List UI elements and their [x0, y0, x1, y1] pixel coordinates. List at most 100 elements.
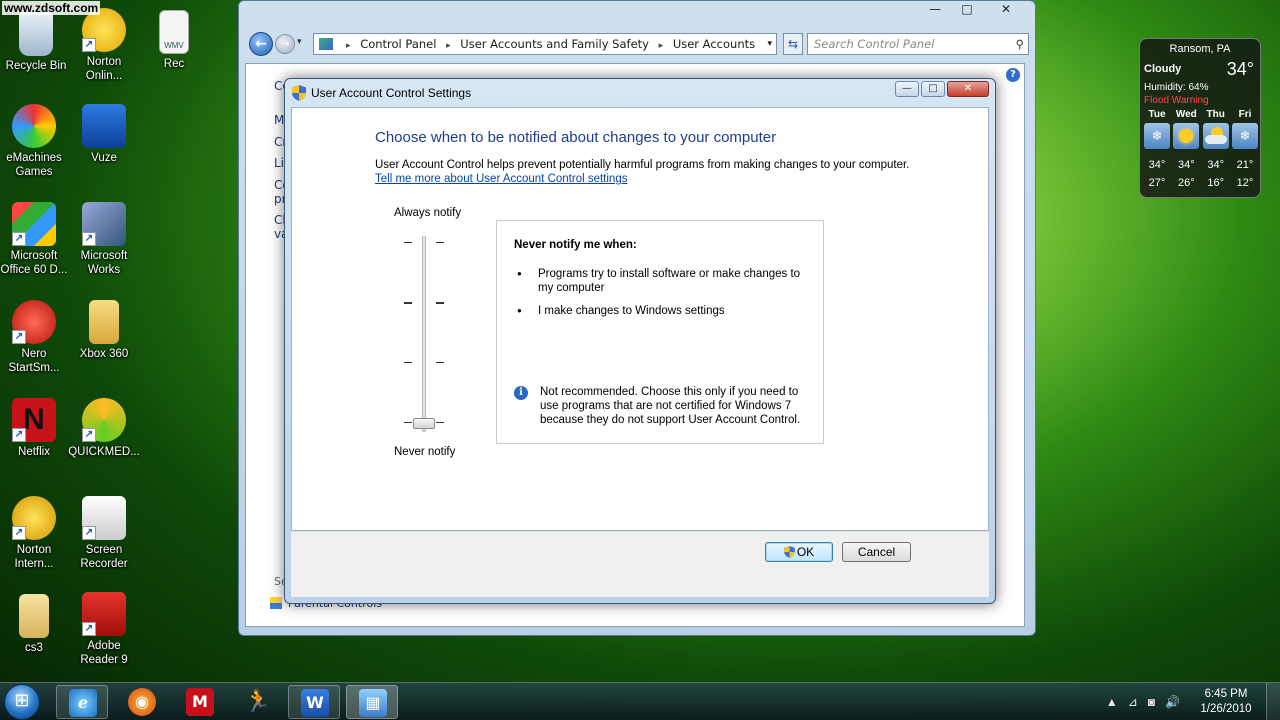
taskbar-firefox[interactable]: ◉: [116, 685, 168, 719]
close-button[interactable]: ✕: [983, 1, 1029, 19]
mcafee-icon: M: [186, 688, 214, 716]
forecast-day: Thu: [1206, 109, 1225, 120]
start-button[interactable]: [4, 684, 40, 720]
desktop-icon-nero[interactable]: ↗ Nero StartSm...: [0, 300, 70, 375]
aim-icon: 🏃: [244, 689, 272, 714]
breadcrumb-item-user-accounts-family-safety[interactable]: User Accounts and Family Safety: [460, 37, 649, 51]
quickmedia-icon: ↗: [82, 398, 126, 442]
desktop-icon-microsoft-works[interactable]: ↗ Microsoft Works: [68, 202, 140, 277]
clock-date: 1/26/2010: [1200, 703, 1252, 715]
nero-icon: ↗: [12, 300, 56, 344]
forecast-day: Fri: [1238, 109, 1252, 120]
internet-explorer-icon: e: [69, 689, 97, 717]
control-panel-caption-buttons: — □ ✕: [919, 1, 1029, 19]
weather-warning[interactable]: Flood Warning: [1144, 95, 1209, 106]
minimize-button[interactable]: —: [895, 81, 919, 97]
breadcrumb-item-user-accounts[interactable]: User Accounts: [673, 37, 755, 51]
breadcrumb-item-control-panel[interactable]: Control Panel: [360, 37, 436, 51]
adobe-reader-icon: ↗: [82, 592, 126, 636]
slider-tick: [436, 302, 444, 304]
desktop-icon-label: eMachines Games: [6, 152, 62, 178]
forecast-high: 34°: [1207, 159, 1224, 171]
desktop-icon-label: Vuze: [91, 152, 117, 164]
emachines-games-icon: [12, 104, 56, 148]
desktop-icon-label: Microsoft Works: [80, 250, 128, 276]
forecast-icons: [1144, 123, 1258, 149]
firefox-icon: ◉: [128, 688, 156, 716]
weather-humidity: Humidity: 64%: [1144, 82, 1209, 93]
back-button[interactable]: ←: [249, 32, 273, 56]
desktop-icon-emachines-games[interactable]: eMachines Games: [0, 104, 70, 179]
desktop-icon-screen-recorder[interactable]: ↗ Screen Recorder: [68, 496, 140, 571]
desktop-icon-norton-internet[interactable]: ↗ Norton Intern...: [0, 496, 70, 571]
taskbar-mcafee[interactable]: M: [174, 685, 226, 719]
desktop-icon-label: Netflix: [18, 446, 50, 458]
taskbar-internet-explorer[interactable]: e: [56, 685, 108, 719]
desktop-icon-quickmedia[interactable]: ↗ QUICKMED...: [68, 398, 140, 459]
netflix-icon: N ↗: [12, 398, 56, 442]
refresh-button[interactable]: ⇆: [783, 33, 803, 55]
desktop-icon-adobe-reader[interactable]: ↗ Adobe Reader 9: [68, 592, 140, 667]
close-button[interactable]: ✕: [947, 81, 989, 97]
slider-tick: [436, 362, 444, 363]
description-bullet: Programs try to install software or make…: [517, 267, 807, 295]
search-icon: ⚲: [1015, 37, 1024, 51]
desktop-icon-label: Microsoft Office 60 D...: [0, 250, 68, 276]
minimize-button[interactable]: —: [919, 1, 951, 19]
search-input[interactable]: Search Control Panel ⚲: [807, 33, 1029, 55]
desktop-icon-rec[interactable]: WMV Rec: [138, 10, 210, 71]
desktop-icon-vuze[interactable]: Vuze: [68, 104, 140, 165]
slider-tick: [404, 302, 412, 304]
forward-button[interactable]: →: [275, 34, 295, 54]
snow-icon: [1144, 123, 1170, 149]
power-icon[interactable]: ◙: [1148, 695, 1155, 709]
maximize-button[interactable]: □: [951, 1, 983, 19]
volume-icon[interactable]: 🔊: [1165, 695, 1180, 709]
intro-text: User Account Control helps prevent poten…: [375, 159, 910, 171]
notification-level-slider[interactable]: [422, 236, 426, 432]
desktop-icon-label: QUICKMED...: [68, 446, 140, 458]
show-hidden-icons-icon[interactable]: ▲: [1106, 695, 1118, 709]
taskbar-control-panel[interactable]: ▦: [346, 685, 398, 719]
desktop-icon-recycle-bin[interactable]: Recycle Bin: [0, 12, 72, 73]
wmv-file-icon: WMV: [159, 10, 189, 54]
desktop-icon-label: Norton Onlin...: [85, 56, 123, 82]
desktop-icon-xbox-360[interactable]: Xbox 360: [68, 300, 140, 361]
slider-thumb[interactable]: [413, 418, 435, 429]
desktop-icon-netflix[interactable]: N ↗ Netflix: [0, 398, 70, 459]
breadcrumb[interactable]: ▸ Control Panel ▸ User Accounts and Fami…: [313, 33, 777, 55]
desktop-icon-label: Rec: [163, 58, 185, 70]
taskbar-word[interactable]: W: [288, 685, 340, 719]
cancel-button[interactable]: Cancel: [842, 542, 911, 562]
show-desktop-button[interactable]: [1266, 683, 1280, 720]
desktop-icon-norton-online[interactable]: ↗ Norton Onlin...: [68, 8, 140, 83]
chevron-down-icon[interactable]: ▾: [767, 34, 772, 54]
snow-icon: [1231, 123, 1258, 149]
taskbar-aim[interactable]: 🏃: [232, 685, 284, 719]
slider-tick: [404, 362, 412, 363]
ok-button[interactable]: OK: [765, 542, 833, 562]
forecast-high: 21°: [1236, 159, 1254, 171]
learn-more-link[interactable]: Tell me more about User Account Control …: [375, 173, 627, 185]
weather-gadget[interactable]: Ransom, PA Cloudy 34° Humidity: 64% Floo…: [1139, 38, 1261, 198]
desktop-icon-office-trial[interactable]: ↗ Microsoft Office 60 D...: [0, 202, 70, 277]
microsoft-works-icon: ↗: [82, 202, 126, 246]
clock[interactable]: 6:45 PM 1/26/2010: [1190, 687, 1262, 717]
forecast-high: 34°: [1178, 159, 1195, 171]
help-icon[interactable]: ?: [1006, 68, 1020, 82]
sun-icon: [1173, 123, 1200, 149]
forecast-low: 27°: [1148, 177, 1166, 189]
weather-condition: Cloudy: [1144, 63, 1182, 75]
forecast-low: 16°: [1207, 177, 1224, 189]
shield-icon: [270, 597, 282, 609]
desktop-icon-cs3[interactable]: cs3: [0, 594, 70, 655]
folder-icon: [89, 300, 119, 344]
forecast-lows: 27° 26° 16° 12°: [1144, 177, 1258, 189]
network-icon[interactable]: ⊿: [1128, 695, 1138, 709]
forecast-day: Tue: [1148, 109, 1166, 120]
desktop-icon-label: Recycle Bin: [5, 60, 67, 72]
recent-pages-dropdown[interactable]: ▾: [297, 37, 302, 47]
maximize-button[interactable]: □: [921, 81, 945, 97]
desktop-icon-label: cs3: [25, 642, 43, 654]
dialog-footer: OK Cancel: [291, 531, 989, 597]
